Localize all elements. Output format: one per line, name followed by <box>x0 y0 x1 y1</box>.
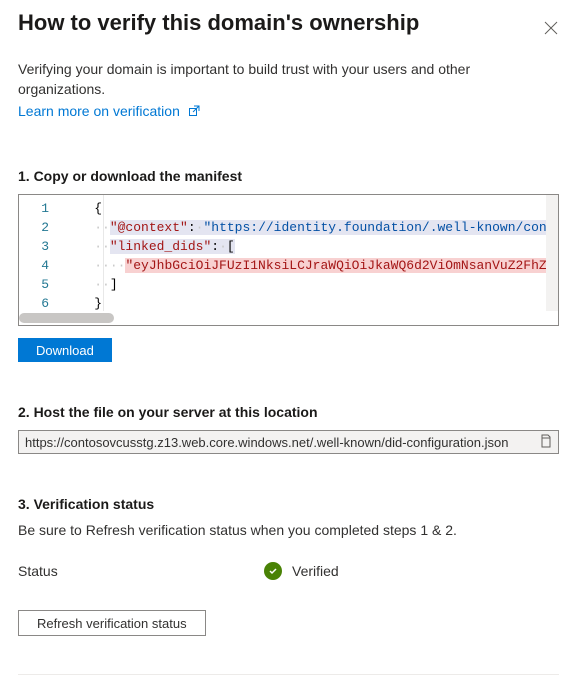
code-bracket: ] <box>110 277 118 292</box>
step1-heading: 1. Copy or download the manifest <box>18 168 559 184</box>
code-key: "linked_dids" <box>110 239 211 254</box>
code-value: "https://identity.foundation/.well-known… <box>203 220 559 235</box>
checkmark-icon <box>264 562 282 580</box>
code-horizontal-scrollbar[interactable] <box>19 311 558 325</box>
host-url-box: https://contosovcusstg.z13.web.core.wind… <box>18 430 559 454</box>
host-url-text: https://contosovcusstg.z13.web.core.wind… <box>25 435 538 450</box>
manifest-code-box[interactable]: 1 { 2 ··"@context":·"https://identity.fo… <box>18 194 559 326</box>
page-title: How to verify this domain's ownership <box>18 10 419 36</box>
status-label: Status <box>18 563 264 579</box>
status-value: Verified <box>292 563 339 579</box>
code-bracket: [ <box>227 239 235 254</box>
code-key: "@context" <box>110 220 188 235</box>
step3-heading: 3. Verification status <box>18 496 559 512</box>
code-brace: } <box>94 296 102 311</box>
learn-more-label: Learn more on verification <box>18 103 180 119</box>
intro-text: Verifying your domain is important to bu… <box>18 60 559 99</box>
code-value: "eyJhbGciOiJFUzI1NksiLCJraWQiOiJkaWQ6d2V… <box>125 258 559 273</box>
separator <box>18 674 559 675</box>
download-button[interactable]: Download <box>18 338 112 362</box>
learn-more-link[interactable]: Learn more on verification <box>18 103 200 119</box>
step2-heading: 2. Host the file on your server at this … <box>18 404 559 420</box>
external-link-icon <box>188 104 200 120</box>
step3-desc: Be sure to Refresh verification status w… <box>18 522 559 538</box>
copy-icon[interactable] <box>538 434 552 451</box>
code-brace: { <box>94 201 102 216</box>
close-icon[interactable] <box>543 20 559 36</box>
code-vertical-scrollbar[interactable] <box>546 195 558 311</box>
refresh-status-button[interactable]: Refresh verification status <box>18 610 206 636</box>
